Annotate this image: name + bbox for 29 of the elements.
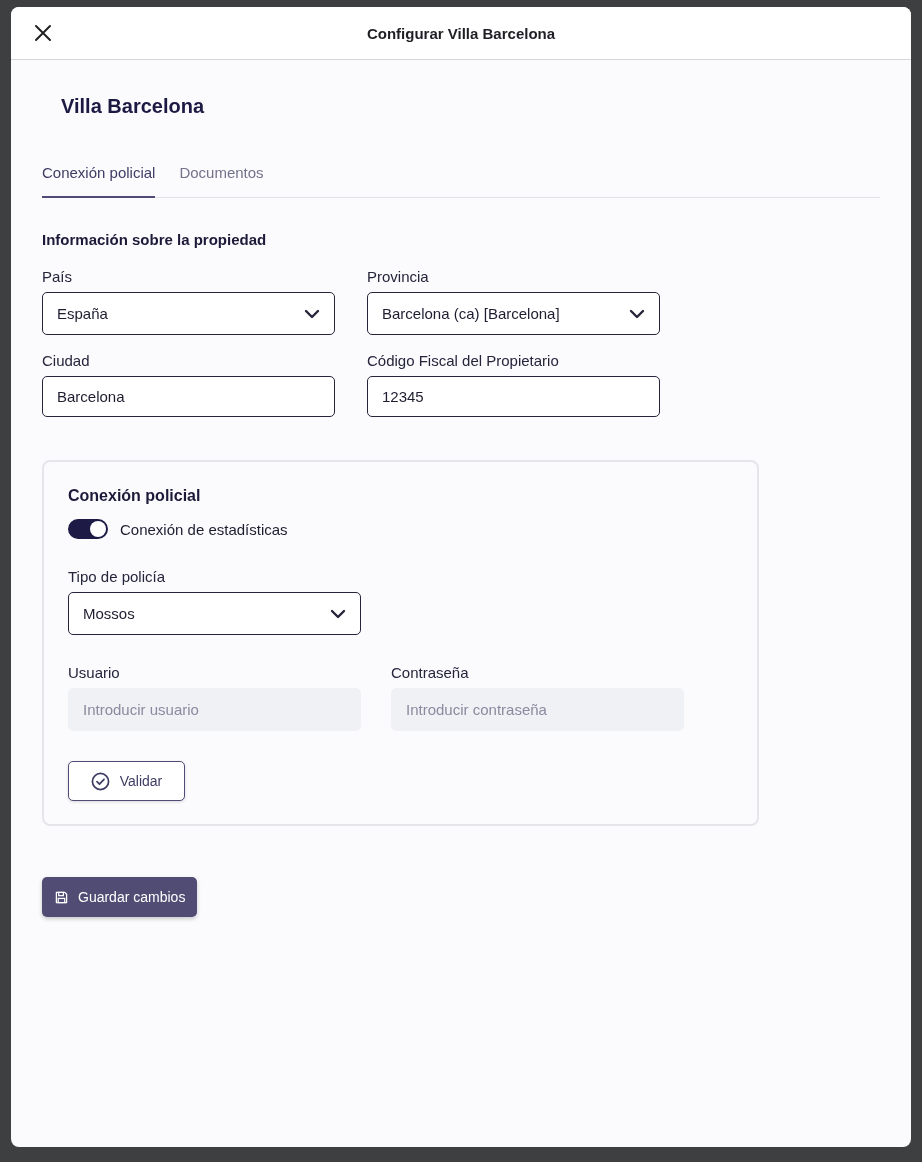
field-label: Contraseña xyxy=(391,664,470,682)
select-field[interactable]: Mossos xyxy=(68,592,361,635)
select-field[interactable]: Barcelona (ca) [Barcelona] xyxy=(367,292,660,335)
chevron-down-icon xyxy=(304,308,320,319)
field-label: Tipo de policía xyxy=(68,568,166,586)
input-field[interactable]: Introducir contraseña xyxy=(391,688,684,731)
validate-button[interactable]: Validar xyxy=(68,761,185,801)
field-label: Ciudad xyxy=(42,352,91,370)
toggle-switch[interactable] xyxy=(68,519,108,539)
check-circle-icon xyxy=(90,771,110,791)
section-title: Información sobre la propiedad xyxy=(42,231,268,248)
tab[interactable]: Documentos xyxy=(179,164,264,198)
field-label: País xyxy=(42,268,73,286)
card-title: Conexión policial xyxy=(68,487,202,505)
dialog-title: Configurar Villa Barcelona xyxy=(366,24,556,42)
chevron-down-icon xyxy=(330,608,346,619)
close-icon[interactable] xyxy=(33,23,53,43)
input-field[interactable]: Barcelona xyxy=(42,376,335,417)
property-name: Villa Barcelona xyxy=(61,94,206,119)
chevron-down-icon xyxy=(629,308,645,319)
field-label: Código Fiscal del Propietario xyxy=(367,352,560,370)
toggle-label: Conexión de estadísticas xyxy=(120,520,288,538)
input-field[interactable]: 12345 xyxy=(367,376,660,417)
save-button[interactable]: Guardar cambios xyxy=(42,877,198,917)
field-label: Provincia xyxy=(367,268,430,286)
input-field[interactable]: Introducir usuario xyxy=(68,688,361,731)
tab[interactable]: Conexión policial xyxy=(42,164,156,198)
field-label: Usuario xyxy=(68,664,121,682)
select-field[interactable]: España xyxy=(42,292,335,335)
